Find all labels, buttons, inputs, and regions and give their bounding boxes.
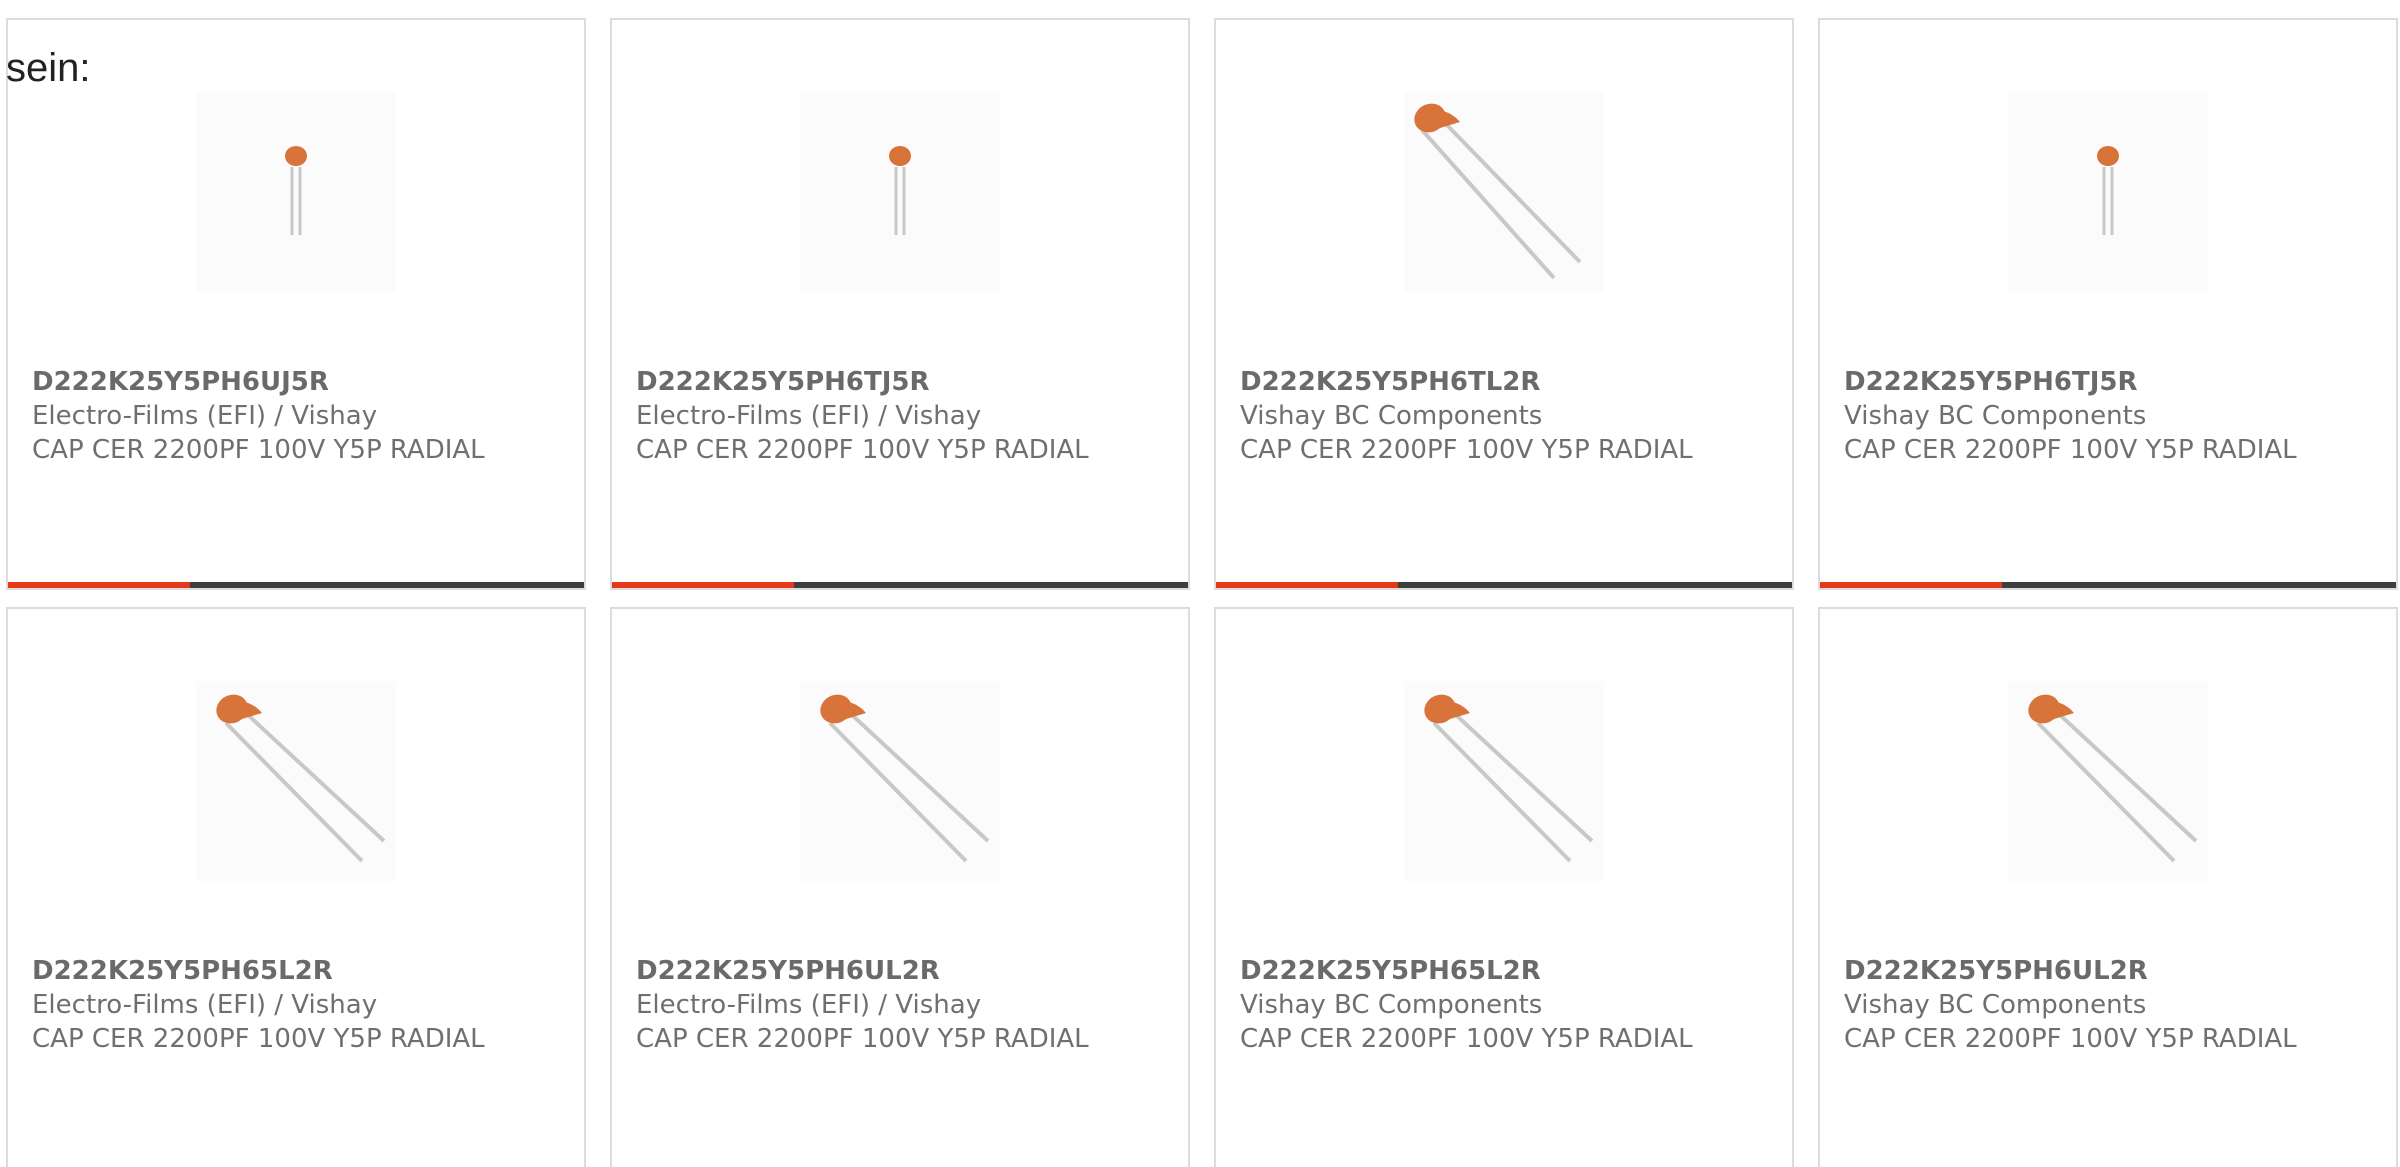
capacitor-angled-icon (2028, 694, 2198, 863)
part-number[interactable]: D222K25Y5PH6UL2R (1844, 954, 2364, 988)
part-number[interactable]: D222K25Y5PH6UJ5R (32, 365, 552, 399)
manufacturer: Electro-Films (EFI) / Vishay (636, 990, 982, 1020)
product-card[interactable]: D222K25Y5PH6UJ5R Electro-Films (EFI) / V… (6, 18, 586, 590)
card-accent-bar (1216, 582, 1398, 588)
product-image[interactable] (2008, 92, 2208, 292)
product-grid-page: sein: D222K25Y5PH6UJ5R Electro-Films (EF… (0, 0, 2400, 1167)
card-accent-bar (612, 582, 794, 588)
product-description: CAP CER 2200PF 100V Y5P RADIAL (1240, 1024, 1693, 1054)
product-description: CAP CER 2200PF 100V Y5P RADIAL (636, 1024, 1089, 1054)
product-card[interactable]: D222K25Y5PH6TJ5R Vishay BC Components CA… (1818, 18, 2398, 590)
product-image[interactable] (2008, 681, 2208, 881)
manufacturer: Vishay BC Components (1240, 401, 1543, 431)
product-image[interactable] (800, 92, 1000, 292)
product-info: D222K25Y5PH6UJ5R Electro-Films (EFI) / V… (32, 365, 552, 467)
card-footer-bar (1820, 582, 2396, 588)
product-info: D222K25Y5PH6UL2R Electro-Films (EFI) / V… (636, 954, 1156, 1056)
part-number[interactable]: D222K25Y5PH6TJ5R (636, 365, 1156, 399)
product-image[interactable] (196, 92, 396, 292)
product-info: D222K25Y5PH6UL2R Vishay BC Components CA… (1844, 954, 2364, 1056)
product-card[interactable]: D222K25Y5PH6TJ5R Electro-Films (EFI) / V… (610, 18, 1190, 590)
product-info: D222K25Y5PH65L2R Electro-Films (EFI) / V… (32, 954, 552, 1056)
capacitor-angled-icon (1424, 694, 1594, 863)
part-number[interactable]: D222K25Y5PH65L2R (32, 954, 552, 988)
capacitor-angled-icon (1414, 103, 1582, 280)
manufacturer: Electro-Films (EFI) / Vishay (32, 401, 378, 431)
product-card[interactable]: D222K25Y5PH6UL2R Vishay BC Components CA… (1818, 607, 2398, 1167)
card-accent-bar (1820, 582, 2002, 588)
manufacturer: Vishay BC Components (1844, 401, 2147, 431)
card-footer-bar (612, 582, 1188, 588)
product-description: CAP CER 2200PF 100V Y5P RADIAL (1844, 1024, 2297, 1054)
card-footer-bar (8, 582, 584, 588)
product-card[interactable]: D222K25Y5PH65L2R Electro-Films (EFI) / V… (6, 607, 586, 1167)
part-number[interactable]: D222K25Y5PH6TL2R (1240, 365, 1760, 399)
product-image[interactable] (196, 681, 396, 881)
manufacturer: Vishay BC Components (1240, 990, 1543, 1020)
product-description: CAP CER 2200PF 100V Y5P RADIAL (32, 435, 485, 465)
manufacturer: Electro-Films (EFI) / Vishay (636, 401, 982, 431)
product-info: D222K25Y5PH65L2R Vishay BC Components CA… (1240, 954, 1760, 1056)
card-footer-bar (1216, 582, 1792, 588)
product-description: CAP CER 2200PF 100V Y5P RADIAL (32, 1024, 485, 1054)
product-info: D222K25Y5PH6TL2R Vishay BC Components CA… (1240, 365, 1760, 467)
product-image[interactable] (1404, 92, 1604, 292)
capacitor-upright-icon (2097, 146, 2119, 235)
page-intro-text: sein: (6, 46, 91, 90)
part-number[interactable]: D222K25Y5PH6TJ5R (1844, 365, 2364, 399)
product-description: CAP CER 2200PF 100V Y5P RADIAL (1844, 435, 2297, 465)
manufacturer: Vishay BC Components (1844, 990, 2147, 1020)
capacitor-upright-icon (889, 146, 911, 235)
product-info: D222K25Y5PH6TJ5R Vishay BC Components CA… (1844, 365, 2364, 467)
capacitor-upright-icon (285, 146, 307, 235)
part-number[interactable]: D222K25Y5PH65L2R (1240, 954, 1760, 988)
product-card[interactable]: D222K25Y5PH6TL2R Vishay BC Components CA… (1214, 18, 1794, 590)
product-image[interactable] (800, 681, 1000, 881)
product-description: CAP CER 2200PF 100V Y5P RADIAL (636, 435, 1089, 465)
product-card[interactable]: D222K25Y5PH65L2R Vishay BC Components CA… (1214, 607, 1794, 1167)
part-number[interactable]: D222K25Y5PH6UL2R (636, 954, 1156, 988)
product-description: CAP CER 2200PF 100V Y5P RADIAL (1240, 435, 1693, 465)
product-card[interactable]: D222K25Y5PH6UL2R Electro-Films (EFI) / V… (610, 607, 1190, 1167)
capacitor-angled-icon (820, 694, 990, 863)
manufacturer: Electro-Films (EFI) / Vishay (32, 990, 378, 1020)
product-image[interactable] (1404, 681, 1604, 881)
capacitor-angled-icon (216, 694, 386, 863)
product-info: D222K25Y5PH6TJ5R Electro-Films (EFI) / V… (636, 365, 1156, 467)
card-accent-bar (8, 582, 190, 588)
